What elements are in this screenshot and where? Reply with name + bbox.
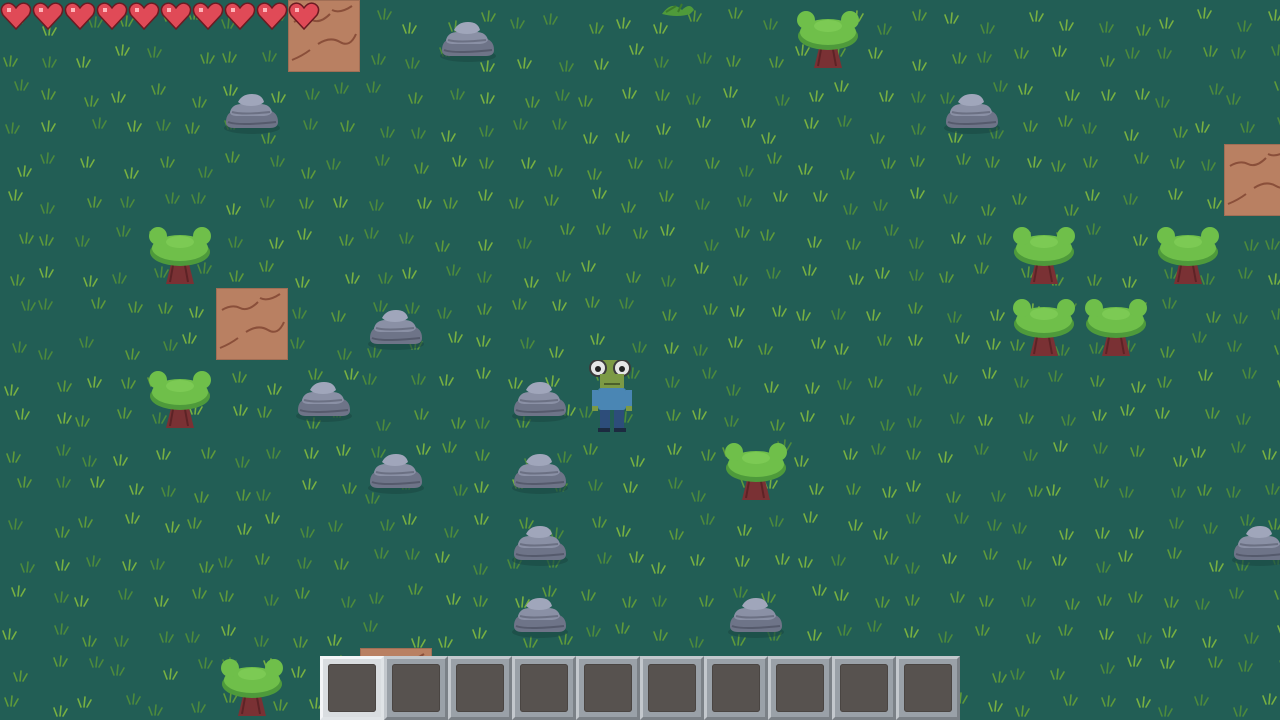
heart-icon xyxy=(64,0,96,32)
bush[interactable] xyxy=(648,0,720,72)
hotbar-slot[interactable] xyxy=(832,656,896,720)
hotbar-slot[interactable] xyxy=(512,656,576,720)
tree[interactable] xyxy=(1008,216,1080,288)
rock[interactable] xyxy=(504,432,576,504)
hotbar-slot-empty xyxy=(520,664,568,712)
rock[interactable] xyxy=(216,72,288,144)
hotbar-slot[interactable] xyxy=(448,656,512,720)
hotbar-slot-empty xyxy=(648,664,696,712)
hotbar-slot[interactable] xyxy=(704,656,768,720)
rock[interactable] xyxy=(504,504,576,576)
heart-icon xyxy=(128,0,160,32)
tree[interactable] xyxy=(144,216,216,288)
heart-icon xyxy=(160,0,192,32)
heart-icon xyxy=(256,0,288,32)
rock[interactable] xyxy=(936,72,1008,144)
hotbar-slot-selected[interactable] xyxy=(320,656,384,720)
tree[interactable] xyxy=(216,648,288,720)
dirt-tile xyxy=(1224,144,1280,216)
rock[interactable] xyxy=(288,360,360,432)
hotbar-slot[interactable] xyxy=(896,656,960,720)
tree[interactable] xyxy=(1008,288,1080,360)
hotbar-slot-empty xyxy=(392,664,440,712)
hotbar-slot-empty xyxy=(328,664,376,712)
hotbar-slot[interactable] xyxy=(384,656,448,720)
hotbar-slot-empty xyxy=(456,664,504,712)
player-character xyxy=(576,360,648,432)
tree[interactable] xyxy=(792,0,864,72)
tree[interactable] xyxy=(720,432,792,504)
tree[interactable] xyxy=(144,360,216,432)
hotbar-slot[interactable] xyxy=(576,656,640,720)
inventory-hotbar[interactable] xyxy=(320,656,960,720)
rock[interactable] xyxy=(360,432,432,504)
hotbar-slot-empty xyxy=(584,664,632,712)
heart-icon xyxy=(288,0,320,32)
heart-icon xyxy=(96,0,128,32)
rock[interactable] xyxy=(504,576,576,648)
heart-icon xyxy=(32,0,64,32)
heart-icon xyxy=(224,0,256,32)
hotbar-slot-empty xyxy=(904,664,952,712)
hotbar-slot-empty xyxy=(776,664,824,712)
heart-icon xyxy=(192,0,224,32)
hotbar-slot-empty xyxy=(840,664,888,712)
hotbar-slot[interactable] xyxy=(768,656,832,720)
rock[interactable] xyxy=(432,0,504,72)
heart-icon xyxy=(0,0,32,32)
hotbar-slot[interactable] xyxy=(640,656,704,720)
tree[interactable] xyxy=(1080,288,1152,360)
tree[interactable] xyxy=(1152,216,1224,288)
game-world[interactable] xyxy=(0,0,1280,720)
dirt-tile xyxy=(216,288,288,360)
hotbar-slot-empty xyxy=(712,664,760,712)
rock[interactable] xyxy=(1224,504,1280,576)
rock[interactable] xyxy=(360,288,432,360)
health-bar xyxy=(0,0,320,32)
rock[interactable] xyxy=(504,360,576,432)
rock[interactable] xyxy=(720,576,792,648)
